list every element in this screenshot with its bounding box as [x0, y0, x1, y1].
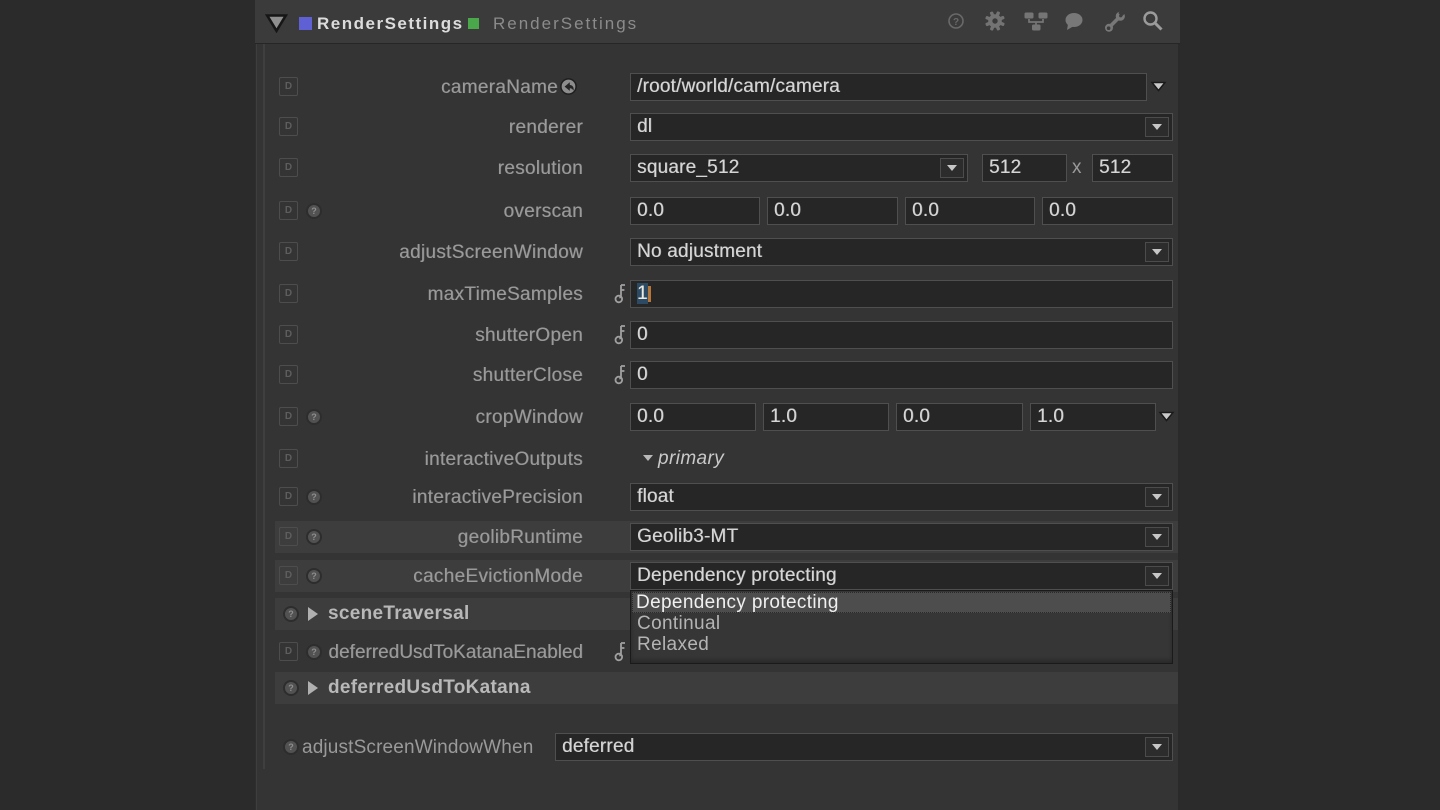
svg-text:?: ?: [953, 17, 959, 28]
